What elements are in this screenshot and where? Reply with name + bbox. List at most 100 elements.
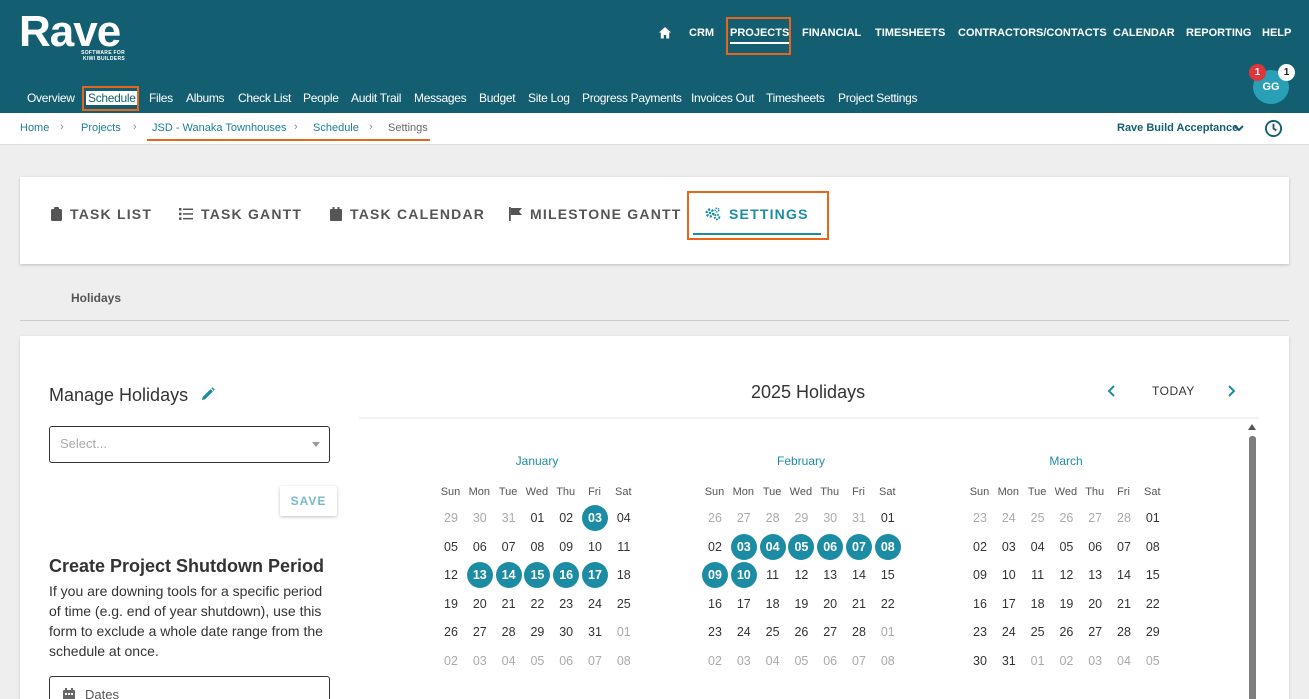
calendar-day[interactable]: 21 <box>496 591 522 617</box>
breadcrumb-schedule[interactable]: Schedule <box>313 122 359 134</box>
save-button[interactable]: SAVE <box>280 486 337 516</box>
calendar-day[interactable]: 28 <box>1111 505 1137 531</box>
breadcrumb-projects[interactable]: Projects <box>81 122 121 134</box>
calendar-day[interactable]: 30 <box>553 619 579 645</box>
calendar-day[interactable]: 16 <box>967 591 993 617</box>
calendar-day[interactable]: 22 <box>875 591 901 617</box>
calendar-day[interactable]: 02 <box>702 648 728 674</box>
calendar-day[interactable]: 20 <box>1082 591 1108 617</box>
holiday-day[interactable]: 16 <box>553 562 580 589</box>
today-button[interactable]: TODAY <box>1152 384 1195 398</box>
calendar-day[interactable]: 05 <box>524 648 550 674</box>
holiday-day[interactable]: 14 <box>495 562 522 589</box>
calendar-day[interactable]: 18 <box>760 591 786 617</box>
calendar-day[interactable]: 29 <box>788 505 814 531</box>
calendar-day[interactable]: 27 <box>817 619 843 645</box>
calendar-day[interactable]: 24 <box>996 505 1022 531</box>
tab-task-calendar[interactable]: TASK CALENDAR <box>330 204 485 224</box>
calendar-scrollbar[interactable] <box>1248 424 1257 699</box>
chevron-left-icon[interactable] <box>1105 384 1119 398</box>
calendar-day[interactable]: 07 <box>846 648 872 674</box>
calendar-day[interactable]: 03 <box>996 534 1022 560</box>
calendar-day[interactable]: 19 <box>788 591 814 617</box>
calendar-day[interactable]: 08 <box>524 534 550 560</box>
calendar-day[interactable]: 21 <box>1111 591 1137 617</box>
home-icon[interactable] <box>658 26 672 40</box>
calendar-day[interactable]: 04 <box>1025 534 1051 560</box>
holiday-day[interactable]: 04 <box>759 533 786 560</box>
calendar-day[interactable]: 26 <box>1053 505 1079 531</box>
breadcrumb-project[interactable]: JSD - Wanaka Townhouses <box>152 122 287 134</box>
topnav-timesheets[interactable]: TIMESHEETS <box>875 25 945 41</box>
calendar-day[interactable]: 18 <box>1025 591 1051 617</box>
calendar-day[interactable]: 22 <box>524 591 550 617</box>
calendar-day[interactable]: 08 <box>1140 534 1166 560</box>
holiday-day[interactable]: 10 <box>730 562 757 589</box>
calendar-day[interactable]: 06 <box>1082 534 1108 560</box>
calendar-day[interactable]: 05 <box>1053 534 1079 560</box>
calendar-day[interactable]: 01 <box>1140 505 1166 531</box>
rave-logo[interactable]: Rave SOFTWARE FOR KIWI BUILDERS <box>19 10 139 66</box>
calendar-day[interactable]: 13 <box>817 562 843 588</box>
calendar-day[interactable]: 31 <box>996 648 1022 674</box>
calendar-day[interactable]: 17 <box>996 591 1022 617</box>
calendar-day[interactable]: 26 <box>1053 619 1079 645</box>
clock-icon[interactable] <box>1264 119 1283 138</box>
calendar-day[interactable]: 29 <box>438 505 464 531</box>
chevron-right-icon[interactable] <box>1224 384 1238 398</box>
calendar-day[interactable]: 18 <box>611 562 637 588</box>
holiday-day[interactable]: 03 <box>582 505 608 531</box>
calendar-day[interactable]: 27 <box>467 619 493 645</box>
calendar-day[interactable]: 03 <box>731 648 757 674</box>
calendar-day[interactable]: 14 <box>1111 562 1137 588</box>
holiday-day[interactable]: 08 <box>874 533 901 560</box>
calendar-day[interactable]: 07 <box>496 534 522 560</box>
calendar-day[interactable]: 29 <box>1140 619 1166 645</box>
calendar-day[interactable]: 20 <box>467 591 493 617</box>
subnav-overview[interactable]: Overview <box>27 91 75 105</box>
calendar-day[interactable]: 27 <box>731 505 757 531</box>
calendar-day[interactable]: 07 <box>582 648 608 674</box>
calendar-day[interactable]: 14 <box>846 562 872 588</box>
calendar-day[interactable]: 12 <box>788 562 814 588</box>
dates-field[interactable]: Dates <box>49 676 330 699</box>
calendar-day[interactable]: 03 <box>467 648 493 674</box>
scroll-up-arrow-icon[interactable] <box>1248 424 1256 430</box>
tab-task-list[interactable]: TASK LIST <box>51 204 152 224</box>
chevron-down-icon[interactable] <box>1233 122 1245 134</box>
calendar-day[interactable]: 28 <box>846 619 872 645</box>
calendar-day[interactable]: 12 <box>1053 562 1079 588</box>
calendar-day[interactable]: 28 <box>496 619 522 645</box>
calendar-day[interactable]: 27 <box>1082 619 1108 645</box>
calendar-day[interactable]: 25 <box>611 591 637 617</box>
subnav-budget[interactable]: Budget <box>479 91 516 105</box>
calendar-day[interactable]: 09 <box>967 562 993 588</box>
topnav-calendar[interactable]: CALENDAR <box>1113 25 1175 41</box>
calendar-day[interactable]: 10 <box>582 534 608 560</box>
calendar-day[interactable]: 04 <box>1111 648 1137 674</box>
calendar-day[interactable]: 24 <box>582 591 608 617</box>
calendar-day[interactable]: 02 <box>553 505 579 531</box>
subnav-files[interactable]: Files <box>149 91 173 105</box>
calendar-day[interactable]: 26 <box>788 619 814 645</box>
calendar-day[interactable]: 10 <box>996 562 1022 588</box>
holiday-day[interactable]: 06 <box>817 533 844 560</box>
calendar-day[interactable]: 11 <box>760 562 786 588</box>
calendar-day[interactable]: 13 <box>1082 562 1108 588</box>
calendar-day[interactable]: 11 <box>611 534 637 560</box>
subnav-site-log[interactable]: Site Log <box>528 91 570 105</box>
calendar-day[interactable]: 23 <box>967 619 993 645</box>
calendar-day[interactable]: 06 <box>553 648 579 674</box>
holiday-day[interactable]: 13 <box>466 562 493 589</box>
topnav-contractors[interactable]: CONTRACTORS/CONTACTS <box>958 25 1107 41</box>
calendar-day[interactable]: 28 <box>760 505 786 531</box>
calendar-day[interactable]: 11 <box>1025 562 1051 588</box>
calendar-day[interactable]: 04 <box>496 648 522 674</box>
calendar-day[interactable]: 02 <box>967 534 993 560</box>
calendar-day[interactable]: 27 <box>1082 505 1108 531</box>
calendar-day[interactable]: 23 <box>967 505 993 531</box>
calendar-day[interactable]: 20 <box>817 591 843 617</box>
subnav-albums[interactable]: Albums <box>186 91 225 105</box>
subnav-progress-payments[interactable]: Progress Payments <box>582 91 682 105</box>
calendar-day[interactable]: 19 <box>438 591 464 617</box>
